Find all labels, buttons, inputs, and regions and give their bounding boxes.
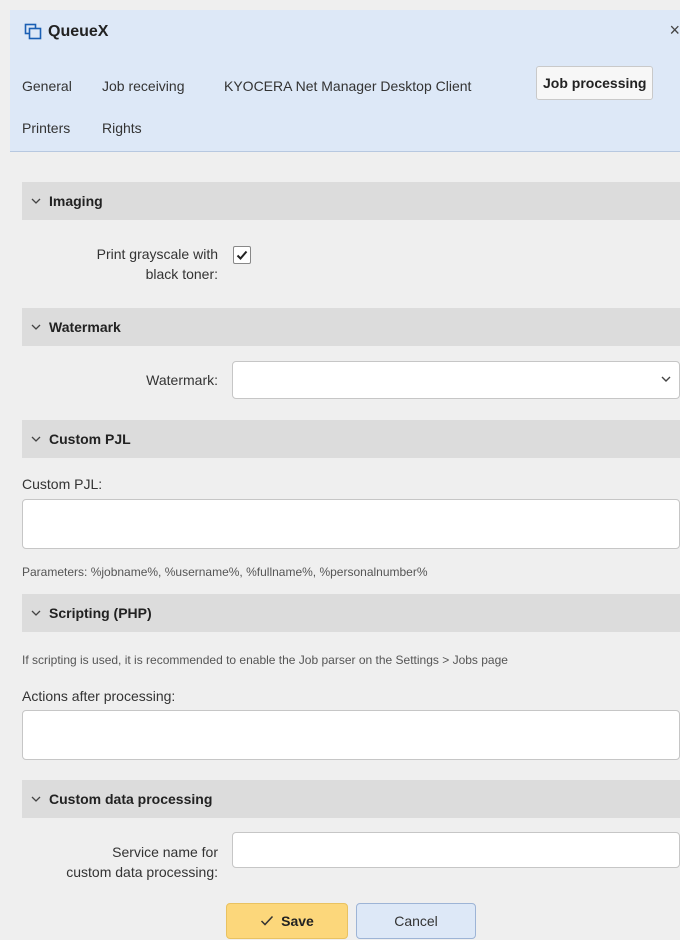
section-watermark[interactable]: Watermark — [22, 308, 680, 346]
chevron-down-icon — [31, 610, 41, 616]
actions-after-processing-label: Actions after processing: — [22, 688, 176, 704]
tab-desktop-client[interactable]: KYOCERA Net Manager Desktop Client — [224, 78, 471, 94]
grayscale-label: Print grayscale with black toner: — [96, 246, 218, 282]
chevron-down-icon — [31, 436, 41, 442]
service-name-input[interactable] — [232, 832, 680, 868]
watermark-select[interactable] — [232, 361, 680, 399]
cancel-button[interactable]: Cancel — [356, 903, 476, 939]
tab-job-processing[interactable]: Job processing — [536, 66, 654, 100]
actions-after-processing-textarea[interactable] — [22, 710, 680, 760]
section-imaging[interactable]: Imaging — [22, 182, 680, 220]
chevron-down-icon — [31, 198, 41, 204]
custom-pjl-hint: Parameters: %jobname%, %username%, %full… — [22, 565, 428, 579]
service-name-label: Service name for custom data processing: — [66, 844, 218, 880]
checkmark-icon — [236, 250, 248, 260]
custom-pjl-textarea[interactable] — [22, 499, 680, 549]
section-custom-pjl[interactable]: Custom PJL — [22, 420, 680, 458]
chevron-down-icon — [661, 376, 671, 382]
section-title: Custom data processing — [49, 791, 213, 807]
queue-copy-icon — [24, 23, 42, 40]
checkmark-icon — [261, 915, 274, 926]
section-title: Scripting (PHP) — [49, 605, 152, 621]
section-title: Custom PJL — [49, 431, 131, 447]
dialog-title: QueueX — [48, 23, 109, 40]
tab-bar: General Job receiving KYOCERA Net Manage… — [10, 54, 680, 152]
chevron-down-icon — [31, 796, 41, 802]
section-title: Watermark — [49, 319, 121, 335]
section-title: Imaging — [49, 193, 103, 209]
grayscale-checkbox[interactable] — [233, 246, 251, 264]
scripting-hint: If scripting is used, it is recommended … — [22, 653, 508, 667]
tab-rights[interactable]: Rights — [102, 120, 142, 136]
section-scripting[interactable]: Scripting (PHP) — [22, 594, 680, 632]
chevron-down-icon — [31, 324, 41, 330]
dialog-header: QueueX × — [10, 10, 680, 54]
section-custom-data[interactable]: Custom data processing — [22, 780, 680, 818]
tab-printers[interactable]: Printers — [22, 120, 70, 136]
save-label: Save — [281, 913, 314, 929]
tab-job-receiving[interactable]: Job receiving — [102, 78, 185, 94]
close-icon[interactable]: × — [666, 20, 680, 41]
save-button[interactable]: Save — [226, 903, 348, 939]
watermark-label: Watermark: — [146, 372, 218, 388]
tab-general[interactable]: General — [22, 78, 72, 94]
custom-pjl-label: Custom PJL: — [22, 476, 103, 492]
